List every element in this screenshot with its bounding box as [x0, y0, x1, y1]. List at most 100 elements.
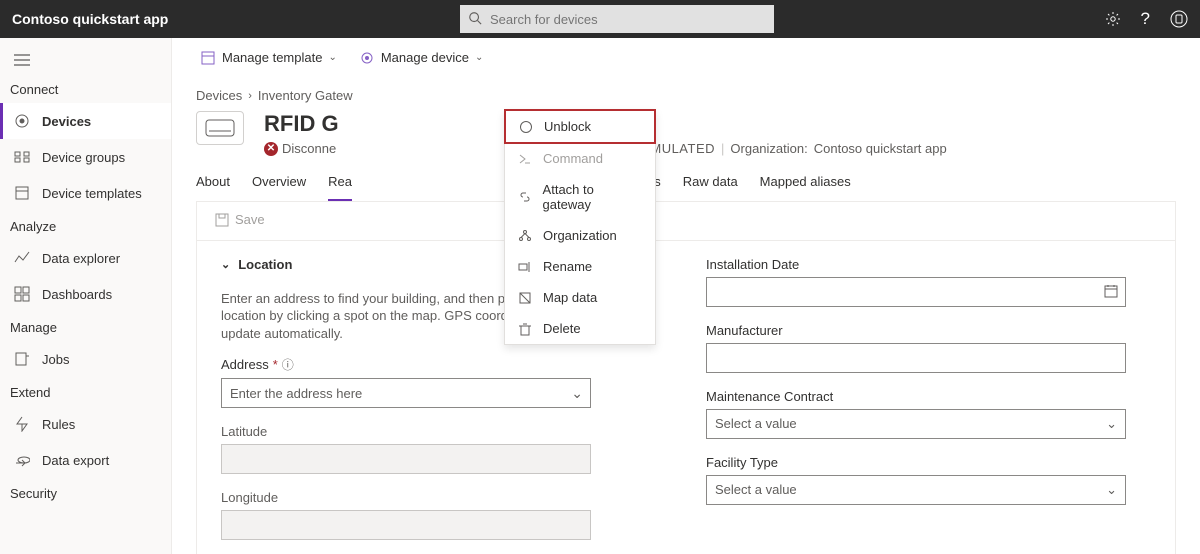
- hamburger-icon[interactable]: [0, 46, 171, 74]
- menu-label: Command: [543, 151, 603, 166]
- section-label: Location: [238, 257, 292, 272]
- sidebar-item-data-explorer[interactable]: Data explorer: [0, 240, 171, 276]
- tab-about[interactable]: About: [196, 166, 230, 201]
- nav-section-security: Security: [0, 478, 171, 507]
- tab-rea[interactable]: Rea: [328, 166, 352, 201]
- nav-label: Dashboards: [42, 287, 112, 302]
- maintenance-label: Maintenance Contract: [706, 389, 1151, 404]
- app-title: Contoso quickstart app: [12, 11, 168, 27]
- menu-delete[interactable]: Delete: [505, 313, 655, 344]
- chevron-down-icon: ⌄: [1106, 482, 1117, 498]
- select-placeholder: Select a value: [715, 482, 797, 497]
- dashboards-icon: [14, 286, 30, 302]
- map-data-icon: [517, 291, 533, 305]
- rename-icon: [517, 260, 533, 274]
- device-meta: ✕ Disconne 7/2022, 1:08:57 PM | SIMULATE…: [264, 141, 1176, 156]
- nav-section-extend: Extend: [0, 377, 171, 406]
- sidebar: Connect Devices Device groups Device tem…: [0, 38, 172, 554]
- info-icon[interactable]: ⓘ: [282, 356, 294, 373]
- manage-template-button[interactable]: Manage template ⌄: [192, 44, 345, 72]
- chevron-down-icon: ⌄: [328, 52, 336, 63]
- chevron-right-icon: ›: [248, 90, 252, 102]
- nav-label: Devices: [42, 114, 91, 129]
- chevron-down-icon[interactable]: ⌄: [571, 385, 583, 402]
- select-placeholder: Select a value: [715, 416, 797, 431]
- jobs-icon: [14, 351, 30, 367]
- tab-overview[interactable]: Overview: [252, 166, 306, 201]
- menu-unblock[interactable]: Unblock: [504, 109, 656, 144]
- manage-device-button[interactable]: Manage device ⌄: [351, 44, 492, 72]
- menu-label: Attach to gateway: [543, 182, 643, 212]
- search-input[interactable]: [460, 5, 774, 33]
- sidebar-item-jobs[interactable]: Jobs: [0, 341, 171, 377]
- sidebar-item-device-groups[interactable]: Device groups: [0, 139, 171, 175]
- nav-section-connect: Connect: [0, 74, 171, 103]
- delete-icon: [517, 322, 533, 336]
- sidebar-item-dashboards[interactable]: Dashboards: [0, 276, 171, 312]
- form-toolbar: Save: [196, 202, 1176, 241]
- breadcrumb: Devices › Inventory Gatew: [196, 88, 1176, 103]
- search-wrapper: [460, 5, 774, 33]
- sidebar-item-data-export[interactable]: Data export: [0, 442, 171, 478]
- nav-label: Device templates: [42, 186, 142, 201]
- form-right-col: Installation Date Manufacturer: [706, 257, 1151, 554]
- device-icon: [359, 50, 375, 66]
- sidebar-item-rules[interactable]: Rules: [0, 406, 171, 442]
- device-header: RFID G ✕ Disconne 7/2022, 1:08:57 PM | S…: [196, 111, 1176, 156]
- data-explorer-icon: [14, 250, 30, 266]
- install-date-input[interactable]: [706, 277, 1126, 307]
- org-value: Contoso quickstart app: [814, 141, 947, 156]
- device-thumbnail: [196, 111, 244, 145]
- menu-command: Command: [505, 143, 655, 174]
- feedback-icon[interactable]: [1170, 10, 1188, 28]
- menu-map-data[interactable]: Map data: [505, 282, 655, 313]
- maintenance-select[interactable]: Select a value ⌄: [706, 409, 1126, 439]
- main: Manage template ⌄ Manage device ⌄ Unbloc…: [172, 38, 1200, 554]
- settings-icon[interactable]: [1105, 11, 1121, 27]
- attach-icon: [517, 190, 533, 204]
- address-label: Address* ⓘ: [221, 356, 666, 373]
- latitude-label: Latitude: [221, 424, 666, 439]
- form-body: ⌄ Location Enter an address to find your…: [196, 241, 1176, 554]
- longitude-label: Longitude: [221, 490, 666, 505]
- org-label: Organization:: [730, 141, 807, 156]
- sidebar-item-devices[interactable]: Devices: [0, 103, 171, 139]
- calendar-icon[interactable]: [1104, 284, 1118, 298]
- menu-organization[interactable]: Organization: [505, 220, 655, 251]
- menu-rename[interactable]: Rename: [505, 251, 655, 282]
- breadcrumb-parent[interactable]: Inventory Gatew: [258, 88, 353, 103]
- chevron-down-icon: ⌄: [221, 258, 230, 271]
- menu-label: Organization: [543, 228, 617, 243]
- data-export-icon: [14, 452, 30, 468]
- save-button[interactable]: Save: [215, 212, 265, 227]
- latitude-input: [221, 444, 591, 474]
- disconnect-icon: ✕: [264, 142, 278, 156]
- manufacturer-label: Manufacturer: [706, 323, 1151, 338]
- cmd-label: Manage device: [381, 50, 469, 65]
- menu-attach-gateway[interactable]: Attach to gateway: [505, 174, 655, 220]
- manufacturer-input[interactable]: [706, 343, 1126, 373]
- command-icon: [517, 152, 533, 166]
- device-groups-icon: [14, 149, 30, 165]
- topbar-actions: ?: [1105, 9, 1188, 29]
- menu-label: Map data: [543, 290, 597, 305]
- tabs: About Overview Rea Devices Commands Raw …: [196, 166, 1176, 202]
- template-icon: [200, 50, 216, 66]
- search-icon: [468, 11, 482, 25]
- tab-mapped-aliases[interactable]: Mapped aliases: [760, 166, 851, 201]
- org-icon: [517, 229, 533, 243]
- chevron-down-icon: ⌄: [1106, 416, 1117, 432]
- rules-icon: [14, 416, 30, 432]
- sidebar-item-device-templates[interactable]: Device templates: [0, 175, 171, 211]
- address-input[interactable]: [221, 378, 591, 408]
- device-templates-icon: [14, 185, 30, 201]
- status-text: Disconne: [282, 141, 336, 156]
- menu-label: Unblock: [544, 119, 591, 134]
- breadcrumb-devices[interactable]: Devices: [196, 88, 242, 103]
- facility-select[interactable]: Select a value ⌄: [706, 475, 1126, 505]
- unblock-icon: [518, 120, 534, 134]
- tab-raw-data[interactable]: Raw data: [683, 166, 738, 201]
- nav-label: Rules: [42, 417, 75, 432]
- help-icon[interactable]: ?: [1141, 9, 1150, 29]
- device-title: RFID G: [264, 111, 1176, 137]
